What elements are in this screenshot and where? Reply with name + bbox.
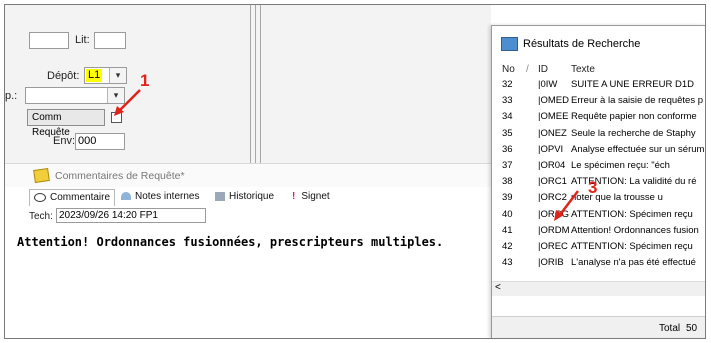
row-id: |ORDM <box>538 224 570 236</box>
row-text: SUITE A UNE ERREUR D1D <box>571 79 694 90</box>
p-label: p.: <box>5 90 18 102</box>
tab-signet[interactable]: ! Signet <box>292 189 330 205</box>
results-window-icon <box>501 37 518 51</box>
annotation-3: 3 <box>588 178 598 197</box>
col-header-sort: / <box>526 64 529 75</box>
row-text: Analyse effectuée sur un sérum <box>571 143 705 155</box>
tab-notes-internes-label: Notes internes <box>135 191 200 202</box>
search-results-title: Résultats de Recherche <box>523 38 641 50</box>
splitter-line <box>250 5 251 163</box>
env-field[interactable]: 000 <box>75 133 125 150</box>
chevron-down-icon[interactable]: ▾ <box>109 68 126 83</box>
row-id: |OR04 <box>538 160 566 171</box>
lit-field[interactable] <box>94 32 126 49</box>
col-header-texte[interactable]: Texte <box>571 64 595 75</box>
annotation-arrow-3 <box>554 190 579 221</box>
depot-label: Dépôt: <box>47 70 80 82</box>
tech-label: Tech: <box>29 211 53 222</box>
table-row[interactable]: 37 |OR04 Le spécimen reçu: "éch <box>492 159 705 172</box>
row-text: Erreur à la saisie de requêtes p <box>571 95 704 107</box>
tab-historique[interactable]: Historique <box>215 189 274 205</box>
table-row[interactable]: 42 |OREC ATTENTION: Spécimen reçu <box>492 240 705 253</box>
table-row[interactable]: 38 |ORC1 ATTENTION: La validité du ré <box>492 175 705 188</box>
row-id: |0IW <box>538 79 558 90</box>
speech-bubble-icon <box>34 192 46 202</box>
history-icon <box>215 191 225 201</box>
table-row[interactable]: 34 |OMEE Requête papier non conforme <box>492 110 705 123</box>
tech-field[interactable]: 2023/09/26 14:20 FP1 <box>56 208 206 223</box>
lit-label: Lit: <box>75 34 90 46</box>
tab-notes-internes[interactable]: Notes internes <box>121 189 199 205</box>
row-text: noter que la trousse u <box>571 192 663 204</box>
table-row[interactable]: 32 |0IW SUITE A UNE ERREUR D1D <box>492 78 705 91</box>
total-value: 50 <box>686 323 698 334</box>
search-results-titlebar: Résultats de Recherche <box>492 26 705 62</box>
row-text: Le spécimen reçu: "éch <box>571 160 670 171</box>
row-text: Requête papier non conforme <box>571 111 697 123</box>
tab-signet-label: Signet <box>301 191 330 202</box>
table-row[interactable]: 40 |ORCG ATTENTION: Spécimen reçu <box>492 208 705 221</box>
comments-window-title: Commentaires de Requête* <box>55 170 185 182</box>
row-no: 36 <box>502 143 513 155</box>
row-id: |OMEE <box>538 111 569 123</box>
row-id: |OPVI <box>538 143 564 155</box>
note-icon <box>33 168 50 183</box>
tab-historique-label: Historique <box>229 191 275 202</box>
comments-tabs: Commentaire Notes internes Historique ! S… <box>5 187 491 207</box>
row-text: ATTENTION: Spécimen reçu <box>571 208 693 220</box>
screenshot-frame: Lit: Dépôt: L1 ▾ p.: ▾ Comm Requête Env:… <box>4 4 706 339</box>
row-no: 39 <box>502 192 513 204</box>
table-row[interactable]: 43 |ORIB L'analyse n'a pas été effectué <box>492 256 705 269</box>
results-footer: Total 50 <box>492 316 705 338</box>
row-text: Seule la recherche de Staphy <box>571 127 696 139</box>
comments-window-titlebar: Commentaires de Requête* <box>5 163 491 187</box>
annotation-arrow-1 <box>114 89 141 116</box>
table-row[interactable]: 35 |ONEZ Seule la recherche de Staphy <box>492 127 705 140</box>
people-icon <box>121 192 131 201</box>
row-id: |ORIB <box>538 257 564 269</box>
field-left-top[interactable] <box>29 32 69 49</box>
row-no: 37 <box>502 160 513 171</box>
comment-text[interactable]: Attention! Ordonnances fusionnées, presc… <box>17 235 443 249</box>
bookmark-icon: ! <box>292 191 296 202</box>
row-no: 35 <box>502 127 513 139</box>
table-row[interactable]: 36 |OPVI Analyse effectuée sur un sérum <box>492 143 705 156</box>
row-id: |ORC1 <box>538 176 567 188</box>
search-results-window: Résultats de Recherche No / ID Texte 32 |… <box>491 25 705 338</box>
row-no: 43 <box>502 257 513 269</box>
row-text: L'analyse n'a pas été effectué <box>571 257 696 269</box>
col-header-id[interactable]: ID <box>538 64 548 75</box>
scroll-left-icon[interactable]: < <box>495 282 501 293</box>
row-no: 42 <box>502 241 513 252</box>
env-label: Env: <box>53 135 76 147</box>
row-no: 34 <box>502 111 513 123</box>
row-no: 33 <box>502 95 513 107</box>
row-no: 32 <box>502 79 513 90</box>
comm-requete-button[interactable]: Comm Requête <box>27 109 105 138</box>
table-row[interactable]: 33 |OMED Erreur à la saisie de requêtes p <box>492 94 705 107</box>
tab-commentaire[interactable]: Commentaire <box>29 189 116 206</box>
horizontal-scrollbar[interactable]: < <box>492 281 705 296</box>
depot-value: L1 <box>86 69 103 82</box>
col-header-no[interactable]: No <box>502 64 515 75</box>
tab-commentaire-label: Commentaire <box>50 192 111 203</box>
row-id: |OMED <box>538 95 569 107</box>
table-row[interactable]: 39 |ORC2 noter que la trousse u <box>492 191 705 204</box>
row-id: |OREC <box>538 241 568 252</box>
requete-form-panel: Lit: Dépôt: L1 ▾ p.: ▾ Comm Requête Env:… <box>5 5 491 163</box>
row-no: 38 <box>502 176 513 188</box>
row-text: Attention! Ordonnances fusion <box>571 224 699 236</box>
row-no: 40 <box>502 208 513 220</box>
total-label: Total <box>659 323 681 334</box>
table-row[interactable]: 41 |ORDM Attention! Ordonnances fusion <box>492 224 705 237</box>
splitter-line <box>255 5 256 163</box>
depot-select[interactable]: L1 ▾ <box>84 67 127 84</box>
row-id: |ONEZ <box>538 127 567 139</box>
row-no: 41 <box>502 224 513 236</box>
splitter-line <box>260 5 261 163</box>
row-text: ATTENTION: Spécimen reçu <box>571 241 693 252</box>
